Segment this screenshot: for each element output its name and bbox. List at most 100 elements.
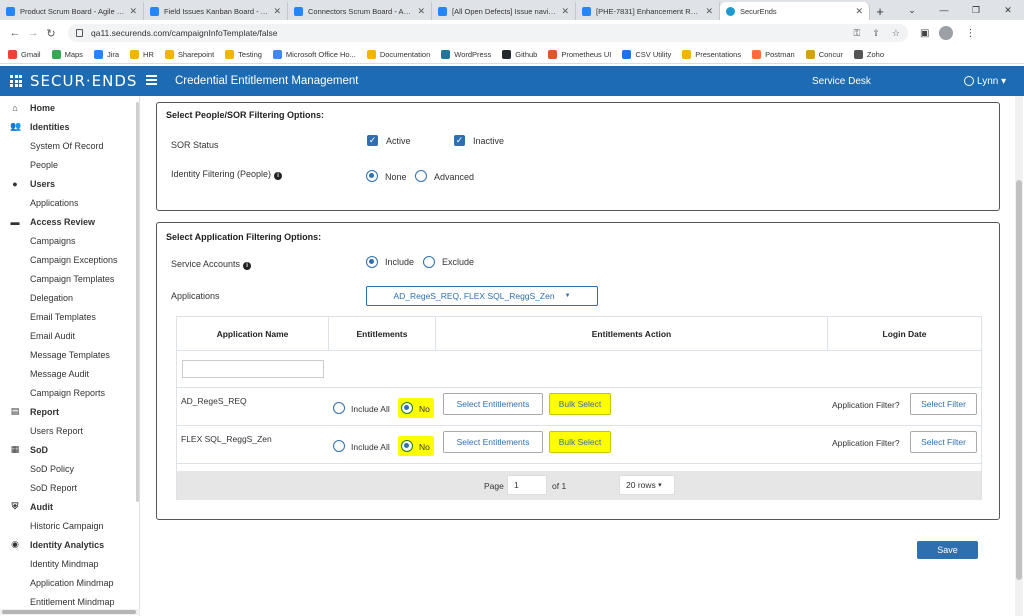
inactive-checkbox[interactable]: ✓ <box>454 135 465 146</box>
sidebar-item-identities[interactable]: 👥 Identities <box>0 117 139 136</box>
applications-select[interactable]: AD_RegeS_REQ, FLEX SQL_ReggS_Zen ▼ <box>366 286 598 306</box>
forward-icon[interactable]: → <box>24 27 42 39</box>
bookmark-item[interactable]: Github <box>502 50 537 59</box>
reload-icon[interactable]: ↻ <box>42 27 60 40</box>
bookmark-item[interactable]: Sharepoint <box>164 50 214 59</box>
new-tab-button[interactable]: + <box>870 2 890 20</box>
bookmark-item[interactable]: Prometheus UI <box>548 50 611 59</box>
service-desk-link[interactable]: Service Desk <box>812 76 871 87</box>
sidebar-item-identity-analytics[interactable]: ◉ Identity Analytics <box>0 535 139 554</box>
url-input[interactable]: qa11.securends.com/campaignInfoTemplate/… <box>68 24 908 42</box>
no-radio[interactable] <box>401 402 413 414</box>
sidebar-item-people[interactable]: People <box>0 155 139 174</box>
sidebar-item-home[interactable]: ⌂ Home <box>0 98 139 117</box>
select-filter-button[interactable]: Select Filter <box>910 393 977 415</box>
bookmark-item[interactable]: Maps <box>51 50 83 59</box>
bookmark-item[interactable]: HR <box>130 50 154 59</box>
bookmark-item[interactable]: Jira <box>93 50 119 59</box>
browser-tab[interactable]: Product Scrum Board - Agile Bo ✕ <box>0 2 144 20</box>
save-button[interactable]: Save <box>917 541 978 559</box>
bookmark-item[interactable]: Testing <box>225 50 262 59</box>
column-header[interactable]: Entitlements <box>329 317 436 351</box>
close-icon[interactable]: ✕ <box>855 6 863 17</box>
close-icon[interactable]: ✕ <box>129 6 137 17</box>
sidebar-item-email-templates[interactable]: Email Templates <box>0 307 139 326</box>
sidebar-item-campaigns[interactable]: Campaigns <box>0 231 139 250</box>
star-icon[interactable]: ☆ <box>892 28 900 39</box>
sidebar-item-message-templates[interactable]: Message Templates <box>0 345 139 364</box>
include-all-radio[interactable] <box>333 402 345 414</box>
bookmark-item[interactable]: Presentations <box>682 50 741 59</box>
close-icon[interactable]: ✕ <box>273 6 281 17</box>
minimize-icon[interactable]: — <box>928 0 960 20</box>
page-number-input[interactable]: 1 <box>507 475 547 495</box>
browser-tab[interactable]: Connectors Scrum Board - Agile ✕ <box>288 2 432 20</box>
bookmark-item[interactable]: Gmail <box>8 50 41 59</box>
sidebar-item-users[interactable]: ● Users <box>0 174 139 193</box>
sidebar-item-campaign-templates[interactable]: Campaign Templates <box>0 269 139 288</box>
sidebar-item-sod-policy[interactable]: SoD Policy <box>0 459 139 478</box>
active-checkbox[interactable]: ✓ <box>367 135 378 146</box>
sidebar-item-access-review[interactable]: ▬ Access Review <box>0 212 139 231</box>
restore-icon[interactable]: ❐ <box>960 0 992 20</box>
user-menu[interactable]: Lynn ▾ <box>964 76 1006 87</box>
sidepanel-icon[interactable]: ▣ <box>920 28 929 39</box>
sidebar-item-message-audit[interactable]: Message Audit <box>0 364 139 383</box>
sidebar-item-report[interactable]: ▤ Report <box>0 402 139 421</box>
bookmark-item[interactable]: CSV Utility <box>622 50 671 59</box>
bulk-select-button[interactable]: Bulk Select <box>549 431 611 453</box>
sidebar-item-sod-report[interactable]: SoD Report <box>0 478 139 497</box>
sidebar-scrollbar[interactable] <box>136 102 139 502</box>
browser-tab[interactable]: Field Issues Kanban Board - Agi ✕ <box>144 2 288 20</box>
browser-tab-active[interactable]: SecurEnds ✕ <box>720 2 870 20</box>
sidebar-horizontal-scrollbar[interactable] <box>0 609 140 615</box>
column-header[interactable]: Entitlements Action <box>436 317 828 351</box>
back-icon[interactable]: ← <box>6 27 24 39</box>
sidebar-item-email-audit[interactable]: Email Audit <box>0 326 139 345</box>
bookmark-item[interactable]: Postman <box>752 50 795 59</box>
chevron-down-icon[interactable]: ⌄ <box>896 0 928 20</box>
browser-tab[interactable]: [All Open Defects] Issue navigat ✕ <box>432 2 576 20</box>
bookmark-item[interactable]: Documentation <box>366 50 430 59</box>
select-filter-button[interactable]: Select Filter <box>910 431 977 453</box>
sidebar-item-system-of-record[interactable]: System Of Record <box>0 136 139 155</box>
menu-icon[interactable]: ⋮ <box>965 28 975 39</box>
select-entitlements-button[interactable]: Select Entitlements <box>443 431 543 453</box>
sidebar-item-users-report[interactable]: Users Report <box>0 421 139 440</box>
sidebar-item-identity-mindmap[interactable]: Identity Mindmap <box>0 554 139 573</box>
include-radio[interactable] <box>366 256 378 268</box>
key-icon[interactable]: ⚿ <box>854 28 861 39</box>
sidebar-item-sod[interactable]: ▦ SoD <box>0 440 139 459</box>
close-icon[interactable]: ✕ <box>561 6 569 17</box>
sidebar-item-campaign-exceptions[interactable]: Campaign Exceptions <box>0 250 139 269</box>
profile-avatar[interactable] <box>939 26 954 40</box>
sidebar-item-application-mindmap[interactable]: Application Mindmap <box>0 573 139 592</box>
close-icon[interactable]: ✕ <box>705 6 713 17</box>
apps-grid-icon[interactable] <box>10 75 22 87</box>
column-header[interactable]: Application Name <box>177 317 329 351</box>
browser-tab[interactable]: [PHE-7831] Enhancement Reque ✕ <box>576 2 720 20</box>
close-window-icon[interactable]: ✕ <box>992 0 1024 20</box>
bulk-select-button[interactable]: Bulk Select <box>549 393 611 415</box>
bookmark-item[interactable]: WordPress <box>441 50 491 59</box>
page-scrollbar[interactable] <box>1015 96 1023 616</box>
sidebar-item-historic-campaign[interactable]: Historic Campaign <box>0 516 139 535</box>
sidebar-item-delegation[interactable]: Delegation <box>0 288 139 307</box>
rows-per-page-select[interactable]: 20 rows ▾ <box>619 475 675 495</box>
bookmark-item[interactable]: Microsoft Office Ho... <box>272 50 356 59</box>
advanced-radio[interactable] <box>415 170 427 182</box>
column-header[interactable]: Login Date <box>828 317 981 351</box>
bookmark-item[interactable]: Concur <box>805 50 843 59</box>
select-entitlements-button[interactable]: Select Entitlements <box>443 393 543 415</box>
share-icon[interactable]: ⇪ <box>872 28 880 39</box>
close-icon[interactable]: ✕ <box>417 6 425 17</box>
no-radio[interactable] <box>401 440 413 452</box>
sidebar-item-campaign-reports[interactable]: Campaign Reports <box>0 383 139 402</box>
application-name-filter-input[interactable] <box>182 360 324 378</box>
bookmark-item[interactable]: Zoho <box>853 50 884 59</box>
none-radio[interactable] <box>366 170 378 182</box>
sidebar-item-applications[interactable]: Applications <box>0 193 139 212</box>
include-all-radio[interactable] <box>333 440 345 452</box>
exclude-radio[interactable] <box>423 256 435 268</box>
sidebar-item-audit[interactable]: ⛨ Audit <box>0 497 139 516</box>
